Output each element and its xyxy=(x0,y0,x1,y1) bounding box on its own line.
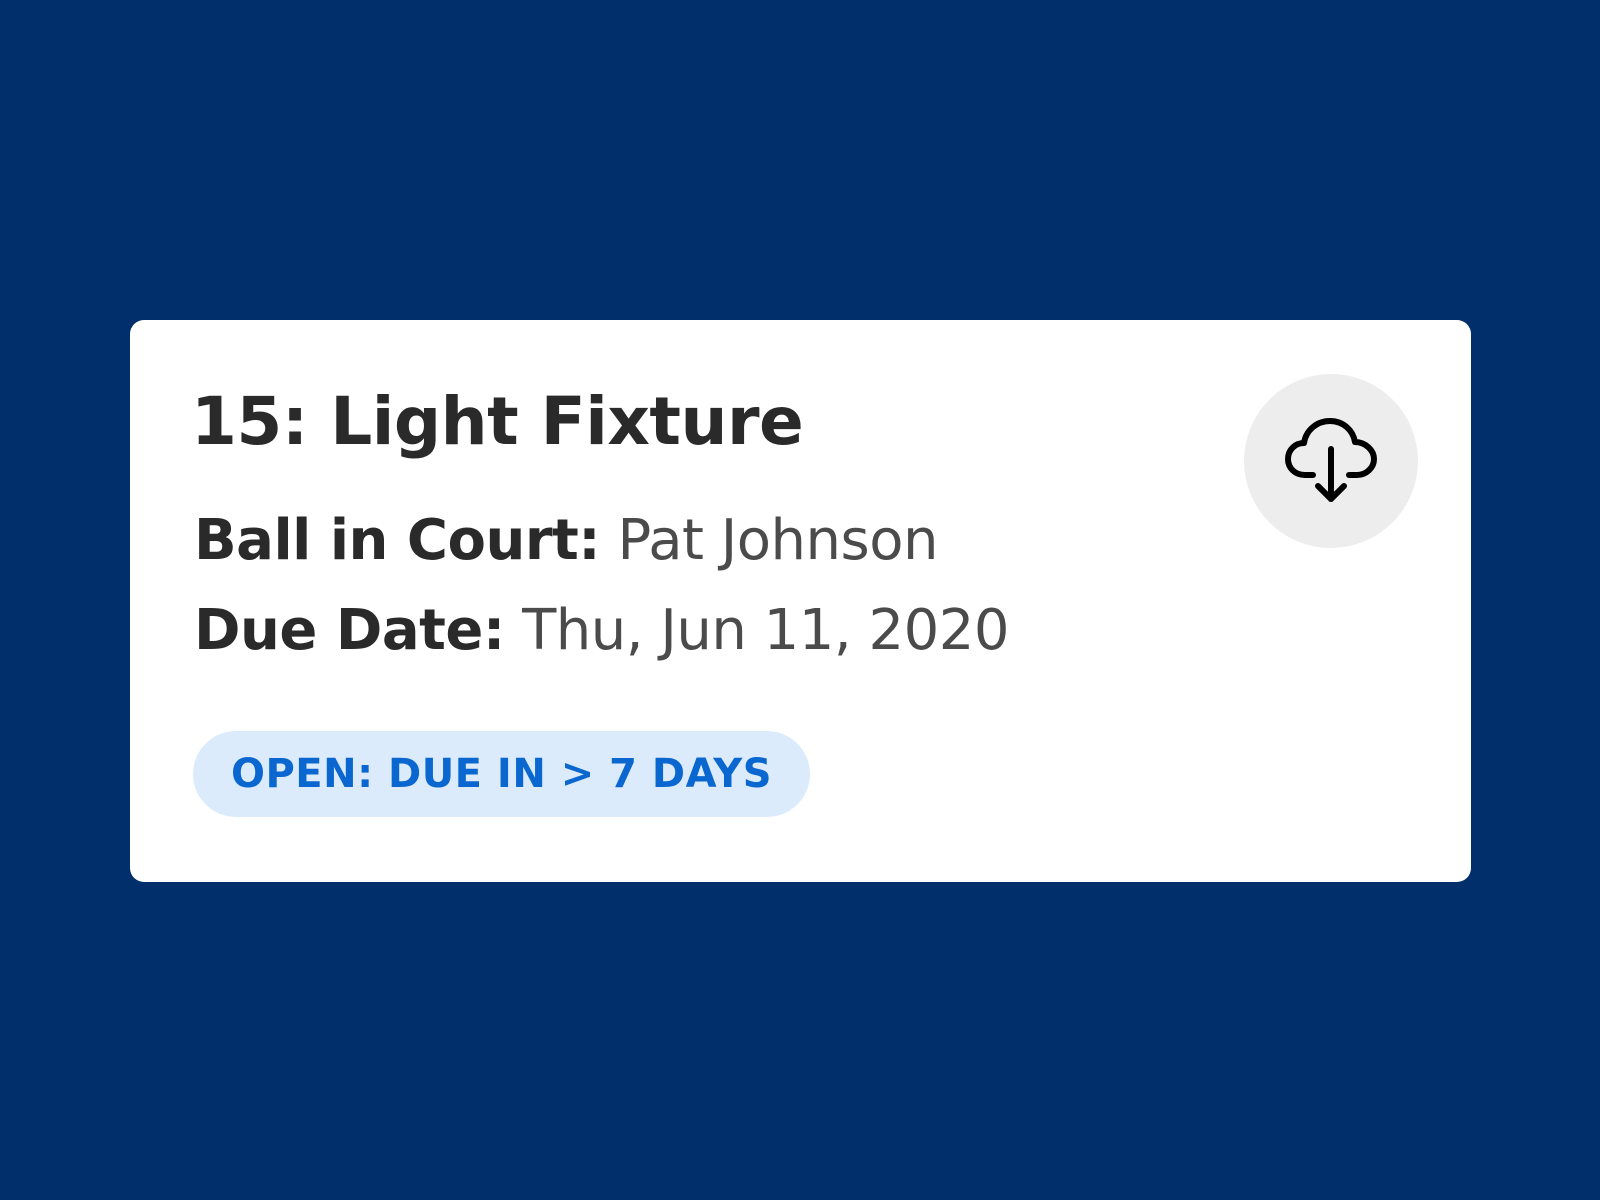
status-badge: OPEN: DUE IN > 7 DAYS xyxy=(193,731,810,817)
ball-in-court-row: Ball in Court: Pat Johnson xyxy=(194,506,938,576)
cloud-download-icon xyxy=(1285,418,1377,502)
due-date-label: Due Date: xyxy=(194,598,505,663)
due-date-value: Thu, Jun 11, 2020 xyxy=(522,598,1010,663)
status-badge-label: OPEN: DUE IN > 7 DAYS xyxy=(230,751,773,797)
item-card: 15: Light Fixture Ball in Court: Pat Joh… xyxy=(130,320,1471,882)
item-title: 15: Light Fixture xyxy=(191,383,804,460)
ball-in-court-label: Ball in Court: xyxy=(194,508,601,573)
ball-in-court-value: Pat Johnson xyxy=(617,508,938,573)
due-date-row: Due Date: Thu, Jun 11, 2020 xyxy=(194,596,1010,666)
download-button[interactable] xyxy=(1244,374,1418,548)
